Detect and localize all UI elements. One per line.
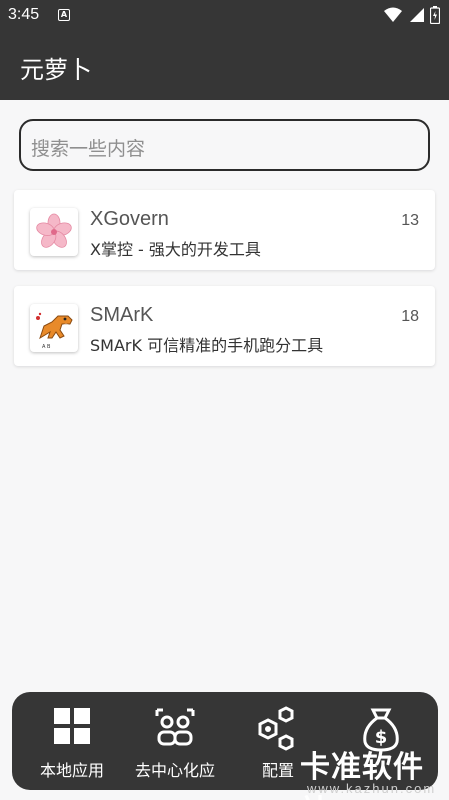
app-count: 18 — [401, 308, 419, 325]
app-description: X掌控 - 强大的开发工具 — [90, 240, 261, 259]
sakura-icon — [30, 208, 78, 256]
dinosaur-icon: A B — [30, 304, 78, 352]
app-title: 元萝卜 — [20, 56, 92, 84]
nav-decentralized-apps[interactable]: 去中心化应 — [122, 692, 228, 790]
svg-text:A B: A B — [42, 344, 51, 350]
watermark-url: www.kazhun.com — [307, 781, 437, 796]
search-input[interactable]: 搜索一些内容 — [19, 119, 430, 171]
app-count: 13 — [401, 212, 419, 229]
nav-label: 本地应用 — [39, 761, 104, 780]
nav-label: 去中心化应 — [134, 761, 215, 780]
people-icon — [155, 708, 195, 746]
status-time: 3:45 — [8, 6, 40, 23]
nav-local-apps[interactable]: 本地应用 — [19, 692, 125, 790]
signal-icon — [410, 8, 424, 22]
app-card-xgovern[interactable]: XGovern X掌控 - 强大的开发工具 13 — [14, 190, 435, 270]
app-description: SMArK 可信精准的手机跑分工具 — [90, 336, 324, 355]
grid-icon — [54, 708, 90, 744]
status-bar: 3:45 A — [0, 0, 449, 32]
app-name: SMArK — [90, 304, 154, 326]
battery-icon — [430, 6, 440, 24]
hexagon-icon — [258, 706, 294, 751]
notification-icon: A — [58, 9, 70, 21]
search-placeholder: 搜索一些内容 — [31, 138, 146, 160]
wifi-icon — [384, 7, 402, 22]
app-card-smark[interactable]: A B SMArK SMArK 可信精准的手机跑分工具 18 — [14, 286, 435, 366]
app-name: XGovern — [90, 208, 169, 230]
app-bar: 3:45 A 元萝卜 — [0, 0, 449, 100]
